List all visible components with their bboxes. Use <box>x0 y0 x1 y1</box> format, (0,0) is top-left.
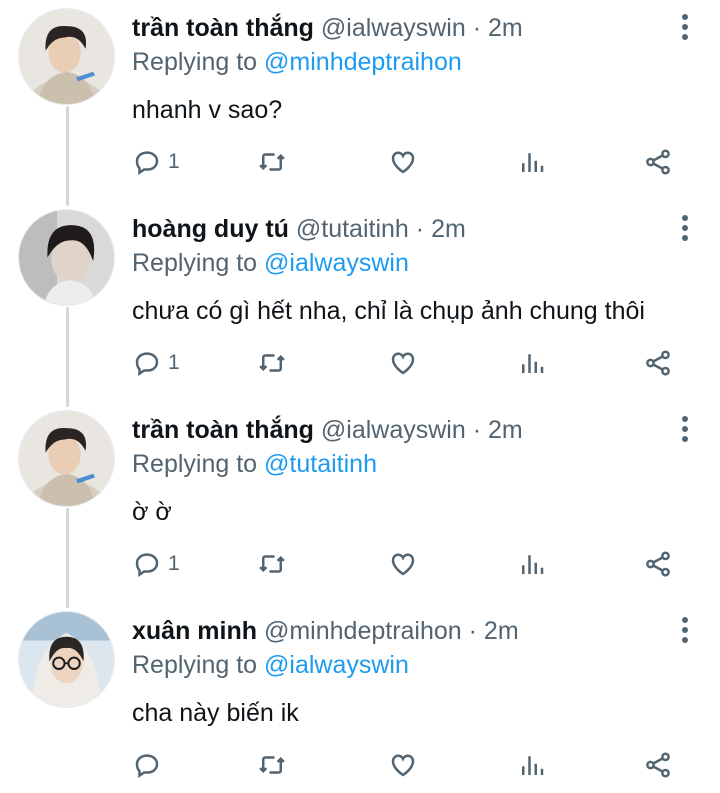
retweet-icon <box>259 756 285 774</box>
display-name[interactable]: trần toàn thắng <box>132 416 314 444</box>
separator: · <box>472 416 482 444</box>
tweet[interactable]: trần toàn thắng @ialwayswin · 2m Replyin… <box>0 0 720 201</box>
stats-icon <box>522 153 544 172</box>
replying-to: Replying to @ialwayswin <box>132 649 409 681</box>
more-vertical-icon[interactable] <box>680 617 690 647</box>
share-icon <box>646 752 670 778</box>
tweet-actions <box>132 745 692 785</box>
retweet-icon <box>259 555 285 573</box>
retweet-icon <box>259 354 285 372</box>
share-icon <box>646 350 670 376</box>
replying-to-label: Replying to <box>132 450 258 478</box>
reply-icon <box>135 151 159 175</box>
like-button[interactable] <box>388 343 418 383</box>
reply-icon <box>135 754 159 778</box>
reply-icon <box>135 553 159 577</box>
mention-link[interactable]: @tutaitinh <box>264 450 377 478</box>
tweet[interactable]: hoàng duy tú @tutaitinh · 2m Replying to… <box>0 201 720 402</box>
more-vertical-icon[interactable] <box>680 14 690 44</box>
timestamp[interactable]: 2m <box>488 416 523 444</box>
tweet-text: ờ ờ <box>132 498 172 526</box>
user-handle[interactable]: @ialwayswin <box>321 14 466 42</box>
reply-icon <box>135 352 159 376</box>
tweet[interactable]: xuân minh @minhdeptraihon · 2m Replying … <box>0 603 720 793</box>
stats-icon <box>522 354 544 373</box>
timestamp[interactable]: 2m <box>484 617 519 645</box>
mention-link[interactable]: @ialwayswin <box>264 249 409 277</box>
separator: · <box>415 215 425 243</box>
retweet-button[interactable] <box>257 745 287 785</box>
tweet-text: cha này biến ik <box>132 699 299 727</box>
share-button[interactable] <box>643 142 673 182</box>
user-handle[interactable]: @minhdeptraihon <box>264 617 462 645</box>
heart-icon <box>391 553 415 576</box>
reply-button[interactable] <box>132 745 168 785</box>
tweet-header: hoàng duy tú @tutaitinh · 2m <box>132 213 660 245</box>
display-name[interactable]: hoàng duy tú <box>132 215 289 243</box>
like-button[interactable] <box>388 544 418 584</box>
reply-count: 1 <box>168 150 180 173</box>
more-vertical-icon[interactable] <box>680 215 690 245</box>
like-button[interactable] <box>388 745 418 785</box>
tweet-actions: 1 <box>132 142 692 182</box>
reply-button[interactable]: 1 <box>132 343 180 383</box>
replying-to: Replying to @minhdeptraihon <box>132 46 462 78</box>
separator: · <box>468 617 477 645</box>
share-button[interactable] <box>643 343 673 383</box>
stats-icon <box>522 756 544 775</box>
tweet-actions: 1 <box>132 343 692 383</box>
mention-link[interactable]: @minhdeptraihon <box>264 48 462 76</box>
retweet-button[interactable] <box>257 343 287 383</box>
user-handle[interactable]: @ialwayswin <box>321 416 466 444</box>
reply-count: 1 <box>168 552 180 575</box>
user-handle[interactable]: @tutaitinh <box>296 215 409 243</box>
reply-button[interactable]: 1 <box>132 544 180 584</box>
timestamp[interactable]: 2m <box>488 14 523 42</box>
tweet[interactable]: trần toàn thắng @ialwayswin · 2m Replyin… <box>0 402 720 603</box>
tweet-text: nhanh v sao? <box>132 96 283 124</box>
avatar[interactable] <box>18 209 115 306</box>
tweet-header: xuân minh @minhdeptraihon · 2m <box>132 615 660 647</box>
tweet-header: trần toàn thắng @ialwayswin · 2m <box>132 414 660 446</box>
heart-icon <box>391 754 415 777</box>
avatar[interactable] <box>18 410 115 507</box>
avatar[interactable] <box>18 611 115 708</box>
separator: · <box>472 14 482 42</box>
display-name[interactable]: trần toàn thắng <box>132 14 314 42</box>
stats-button[interactable] <box>517 745 547 785</box>
stats-button[interactable] <box>517 544 547 584</box>
replying-to-label: Replying to <box>132 249 258 277</box>
retweet-icon <box>259 153 285 171</box>
replying-to: Replying to @tutaitinh <box>132 448 377 480</box>
reply-count: 1 <box>168 351 180 374</box>
stats-button[interactable] <box>517 343 547 383</box>
mention-link[interactable]: @ialwayswin <box>264 651 409 679</box>
avatar[interactable] <box>18 8 115 105</box>
display-name[interactable]: xuân minh <box>132 617 257 645</box>
share-button[interactable] <box>643 544 673 584</box>
tweet-text: chưa có gì hết nha, chỉ là chụp ảnh chun… <box>132 297 645 325</box>
heart-icon <box>391 352 415 375</box>
stats-button[interactable] <box>517 142 547 182</box>
reply-button[interactable]: 1 <box>132 142 180 182</box>
replying-to-label: Replying to <box>132 651 258 679</box>
replying-to-label: Replying to <box>132 48 258 76</box>
retweet-button[interactable] <box>257 142 287 182</box>
retweet-button[interactable] <box>257 544 287 584</box>
heart-icon <box>391 151 415 174</box>
stats-icon <box>522 555 544 574</box>
share-icon <box>646 551 670 577</box>
like-button[interactable] <box>388 142 418 182</box>
tweet-actions: 1 <box>132 544 692 584</box>
share-icon <box>646 149 670 175</box>
more-vertical-icon[interactable] <box>680 416 690 446</box>
tweet-header: trần toàn thắng @ialwayswin · 2m <box>132 12 660 44</box>
share-button[interactable] <box>643 745 673 785</box>
replying-to: Replying to @ialwayswin <box>132 247 409 279</box>
timestamp[interactable]: 2m <box>431 215 466 243</box>
